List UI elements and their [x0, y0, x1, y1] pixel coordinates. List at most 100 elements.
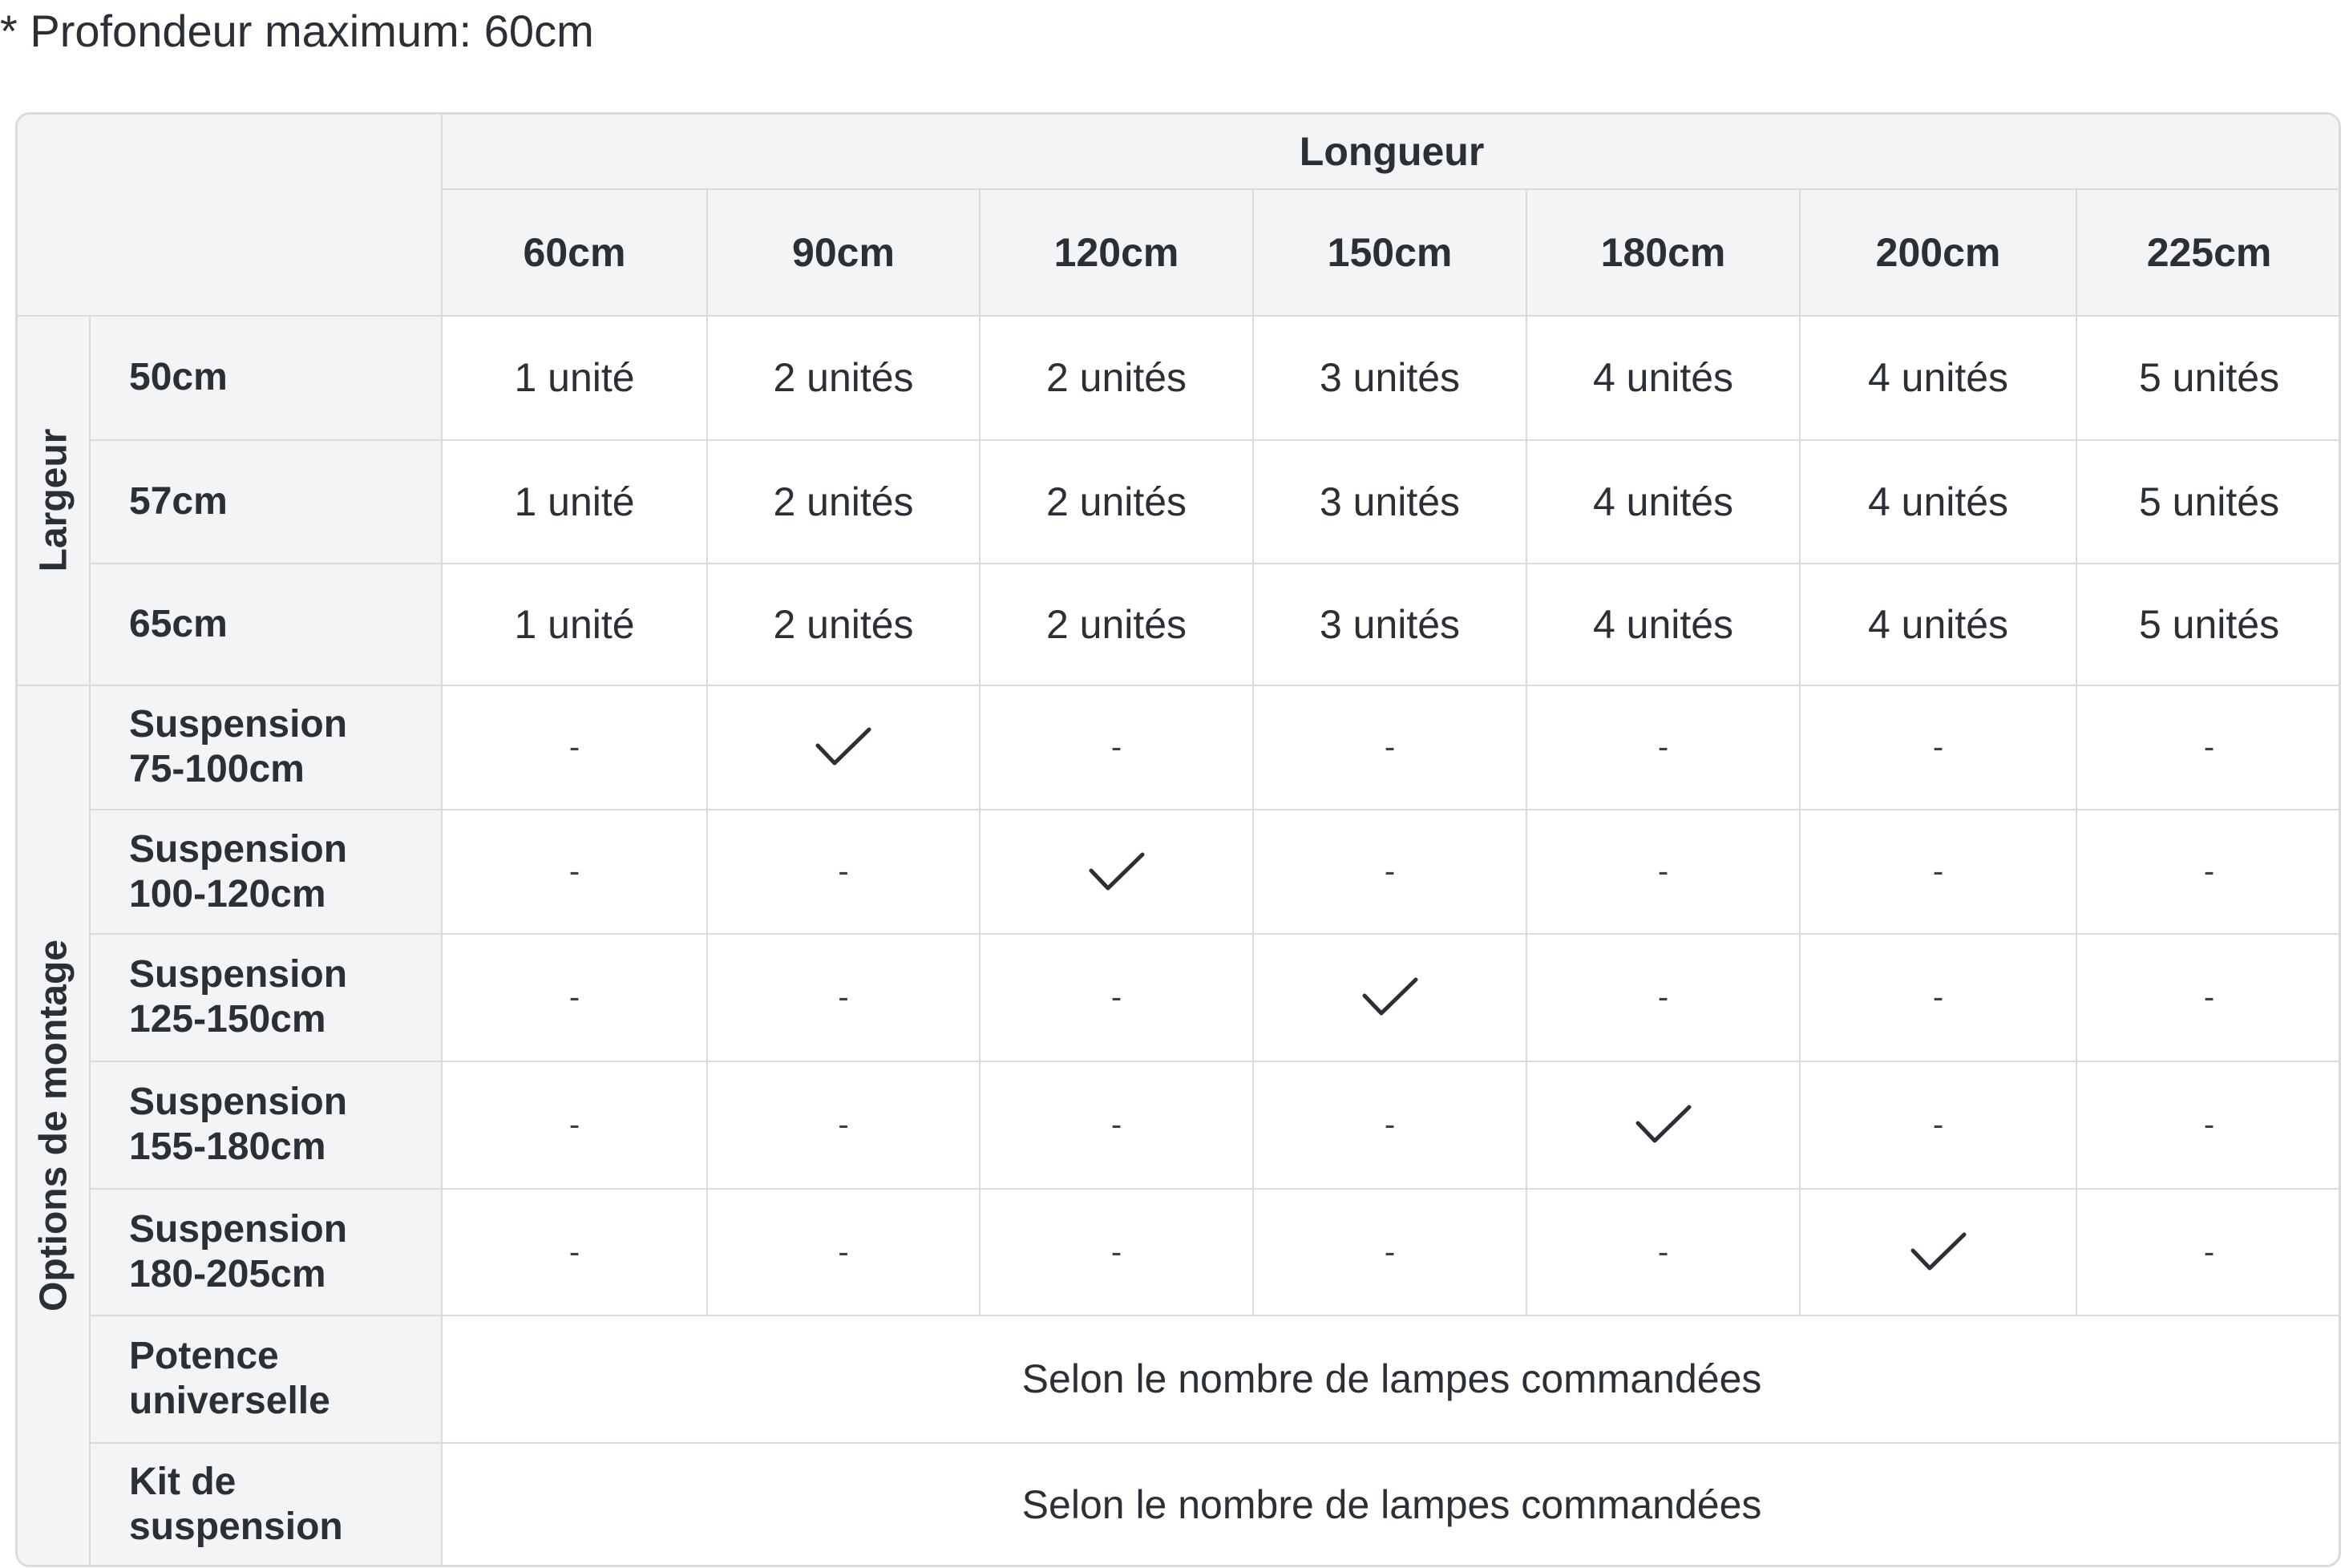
not-applicable-cell: -	[441, 1187, 708, 1317]
compatible-cell	[1252, 933, 1527, 1062]
table-row: Options de montage Suspension 75-100cm - - - -…	[18, 684, 2339, 1565]
not-applicable-cell: -	[706, 933, 980, 1062]
unit-count-cell: 2 unités	[706, 314, 980, 441]
unit-count-cell: 2 unités	[706, 563, 980, 686]
compatible-cell	[979, 808, 1254, 936]
row-label-line: suspension	[129, 1505, 343, 1549]
unit-count-cell: 1 unité	[441, 438, 708, 565]
table-row: Largeur 50cm 1 unité 2 unités 2 unités 3 unit…	[18, 314, 2339, 686]
row-label-line: Suspension	[129, 827, 348, 871]
column-header: 150cm	[1252, 188, 1527, 317]
not-applicable-cell: -	[706, 1187, 980, 1317]
row-label: 50cm	[89, 314, 443, 441]
unit-count-cell: 4 unités	[1799, 438, 2077, 565]
row-label-line: Suspension	[129, 953, 348, 996]
row-label: 57cm	[90, 438, 443, 565]
unit-count-cell: 5 unités	[2075, 438, 2339, 565]
not-applicable-cell: -	[1799, 933, 2077, 1062]
not-applicable-cell: -	[1252, 684, 1527, 810]
unit-count-cell: 4 unités	[1799, 314, 2077, 441]
not-applicable-cell: -	[2075, 808, 2339, 936]
row-label-line: 100-120cm	[129, 872, 326, 915]
column-header: 200cm	[1799, 188, 2077, 317]
not-applicable-cell: -	[1526, 684, 1801, 810]
row-group-label: Options de montage	[18, 684, 91, 1565]
compatible-cell	[1526, 1060, 1801, 1190]
not-applicable-cell: -	[1526, 1187, 1801, 1317]
not-applicable-cell: -	[1799, 684, 2077, 810]
not-applicable-cell: -	[1799, 1060, 2077, 1190]
row-label-line: Suspension	[129, 703, 348, 746]
table-row: 65cm 1 unité 2 unités 2 unités 3 unités 4 uni…	[18, 563, 2339, 686]
row-label: Kit de suspension	[90, 1441, 443, 1565]
unit-count-cell: 2 unités	[979, 314, 1254, 441]
row-label: 65cm	[90, 563, 443, 686]
row-label: Potence universelle	[90, 1315, 443, 1444]
table-corner	[18, 115, 443, 317]
longueur-group-header: Longueur	[440, 115, 2339, 191]
not-applicable-cell: -	[1526, 808, 1801, 936]
unit-count-cell: 3 unités	[1252, 438, 1527, 565]
unit-count-cell: 3 unités	[1252, 314, 1527, 441]
column-header: 90cm	[706, 188, 980, 317]
not-applicable-cell: -	[1252, 1060, 1527, 1190]
table-row: Suspension 155-180cm - - - - - -	[18, 1060, 2339, 1190]
row-group-label-text: Largeur	[32, 428, 75, 572]
row-label-line: universelle	[129, 1380, 330, 1423]
compatibility-table-container: Longueur 60cm 90cm 120cm 150cm 180cm 200cm 225…	[15, 112, 2341, 1567]
row-label-line: Kit de	[129, 1461, 237, 1504]
not-applicable-cell: -	[1252, 1187, 1527, 1317]
not-applicable-cell: -	[979, 1187, 1254, 1317]
not-applicable-cell: -	[706, 808, 980, 936]
table-row: Suspension 180-205cm - - - - - -	[18, 1187, 2339, 1317]
row-label-line: Potence	[129, 1335, 279, 1378]
row-label-line: Suspension	[129, 1208, 348, 1251]
unit-count-cell: 5 unités	[2075, 563, 2339, 686]
row-label: Suspension 75-100cm	[89, 684, 443, 810]
unit-count-cell: 5 unités	[2075, 314, 2339, 441]
column-header: 180cm	[1526, 188, 1801, 317]
unit-count-cell: 3 unités	[1252, 563, 1527, 686]
not-applicable-cell: -	[1526, 933, 1801, 1062]
unit-count-cell: 4 unités	[1526, 314, 1801, 441]
table-row: Suspension 125-150cm - - - - - -	[18, 933, 2339, 1062]
table-row: Kit de suspension Selon le nombre de lampe…	[18, 1441, 2339, 1565]
not-applicable-cell: -	[441, 684, 708, 810]
not-applicable-cell: -	[979, 1060, 1254, 1190]
row-label: Suspension 100-120cm	[90, 808, 443, 936]
column-header: 120cm	[979, 188, 1254, 317]
not-applicable-cell: -	[979, 933, 1254, 1062]
not-applicable-cell: -	[2075, 684, 2339, 810]
checkmark-icon	[1089, 852, 1144, 891]
checkmark-icon	[815, 727, 871, 766]
row-label: Suspension 125-150cm	[90, 933, 443, 1062]
checkmark-icon	[1910, 1232, 1966, 1271]
spanning-note-cell: Selon le nombre de lampes commandées	[440, 1315, 2339, 1444]
unit-count-cell: 2 unités	[979, 438, 1254, 565]
table-row: Suspension 100-120cm - - - - - -	[18, 808, 2339, 936]
column-header: 225cm	[2075, 188, 2339, 317]
row-group-label-text: Options de montage	[32, 940, 75, 1312]
not-applicable-cell: -	[1252, 808, 1527, 936]
spanning-note-cell: Selon le nombre de lampes commandées	[440, 1441, 2339, 1565]
not-applicable-cell: -	[441, 1060, 708, 1190]
row-label: Suspension 155-180cm	[90, 1060, 443, 1190]
row-label-line: Suspension	[129, 1081, 348, 1124]
not-applicable-cell: -	[2075, 1060, 2339, 1190]
checkmark-icon	[1635, 1105, 1691, 1143]
column-header: 60cm	[442, 188, 708, 317]
table-row: 57cm 1 unité 2 unités 2 unités 3 unités 4 uni…	[18, 438, 2339, 565]
row-label-line: 180-205cm	[129, 1253, 326, 1296]
row-label-line: 155-180cm	[129, 1125, 326, 1169]
depth-note: * Profondeur maximum: 60cm	[0, 6, 594, 56]
not-applicable-cell: -	[706, 1060, 980, 1190]
unit-count-cell: 4 unités	[1799, 563, 2077, 686]
not-applicable-cell: -	[441, 933, 708, 1062]
unit-count-cell: 4 unités	[1526, 563, 1801, 686]
compatibility-table: Longueur 60cm 90cm 120cm 150cm 180cm 200cm 225…	[18, 115, 2339, 1565]
unit-count-cell: 2 unités	[706, 438, 980, 565]
unit-count-cell: 4 unités	[1526, 438, 1801, 565]
row-label: Suspension 180-205cm	[90, 1187, 443, 1317]
row-label-line: 125-150cm	[129, 998, 326, 1041]
not-applicable-cell: -	[1799, 808, 2077, 936]
